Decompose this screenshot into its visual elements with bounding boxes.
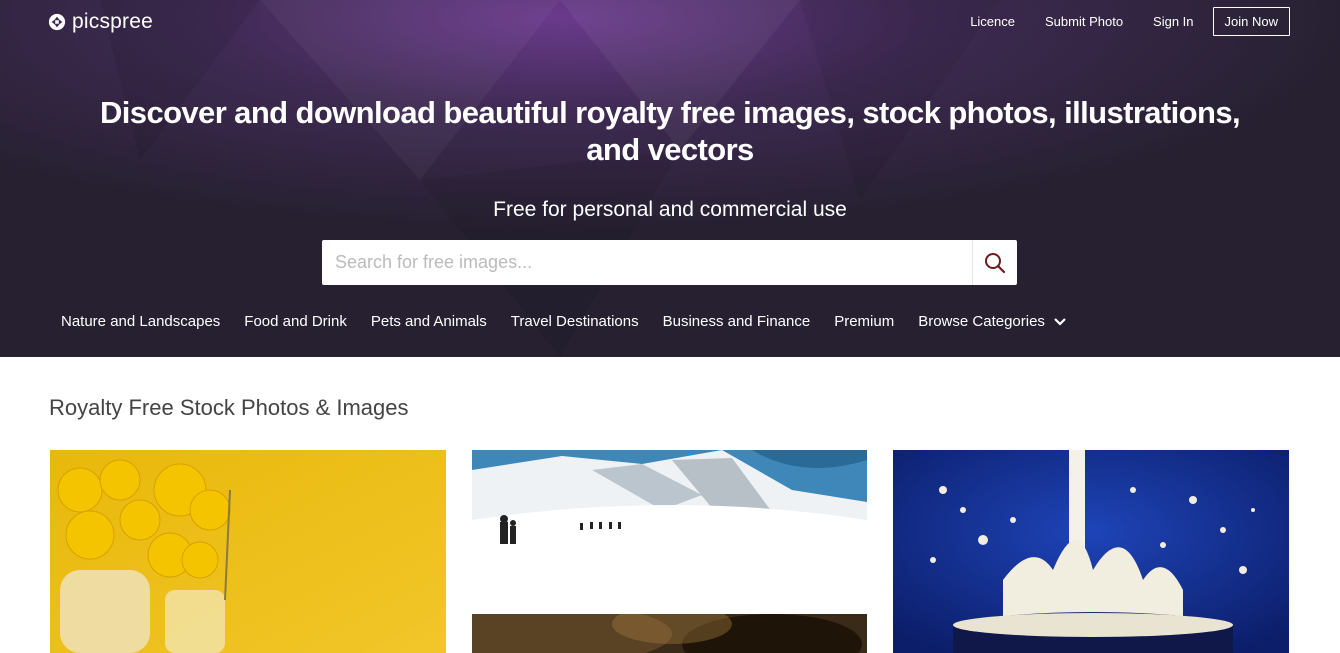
top-bar: picspree Licence Submit Photo Sign In Jo… — [0, 0, 1340, 44]
chevron-down-icon — [1054, 317, 1066, 326]
browse-categories-dropdown[interactable]: Browse Categories — [918, 313, 1067, 330]
submit-photo-link[interactable]: Submit Photo — [1045, 14, 1123, 29]
hero-banner: picspree Licence Submit Photo Sign In Jo… — [0, 0, 1340, 357]
category-business-finance[interactable]: Business and Finance — [663, 313, 811, 330]
hero-headline: Discover and download beautiful royalty … — [100, 95, 1241, 167]
category-travel-destinations[interactable]: Travel Destinations — [511, 313, 639, 330]
search-button[interactable] — [972, 240, 1017, 285]
yellow-flowers-vase-photo[interactable] — [50, 450, 446, 653]
snow-mountain-hikers-photo[interactable] — [472, 450, 867, 588]
top-nav: Licence Submit Photo Sign In Join Now — [940, 7, 1290, 36]
milk-splash-photo[interactable] — [893, 450, 1289, 653]
aperture-icon — [48, 13, 66, 31]
category-premium[interactable]: Premium — [834, 313, 894, 330]
hero-background — [0, 0, 1340, 357]
category-pets-animals[interactable]: Pets and Animals — [371, 313, 487, 330]
sign-in-link[interactable]: Sign In — [1153, 14, 1193, 29]
category-nature-landscapes[interactable]: Nature and Landscapes — [61, 313, 220, 330]
browse-categories-label: Browse Categories — [918, 313, 1045, 330]
search-bar — [322, 240, 1017, 285]
dark-drink-photo[interactable] — [472, 614, 867, 653]
search-input[interactable] — [322, 240, 972, 285]
brand-name: picspree — [72, 10, 153, 33]
licence-link[interactable]: Licence — [970, 14, 1015, 29]
category-food-drink[interactable]: Food and Drink — [244, 313, 347, 330]
search-icon — [985, 252, 1006, 273]
category-nav: Nature and Landscapes Food and Drink Pet… — [61, 313, 1091, 330]
section-title: Royalty Free Stock Photos & Images — [49, 395, 409, 420]
hero-subline: Free for personal and commercial use — [493, 198, 847, 221]
join-now-button[interactable]: Join Now — [1212, 7, 1290, 36]
logo[interactable]: picspree — [48, 10, 153, 34]
